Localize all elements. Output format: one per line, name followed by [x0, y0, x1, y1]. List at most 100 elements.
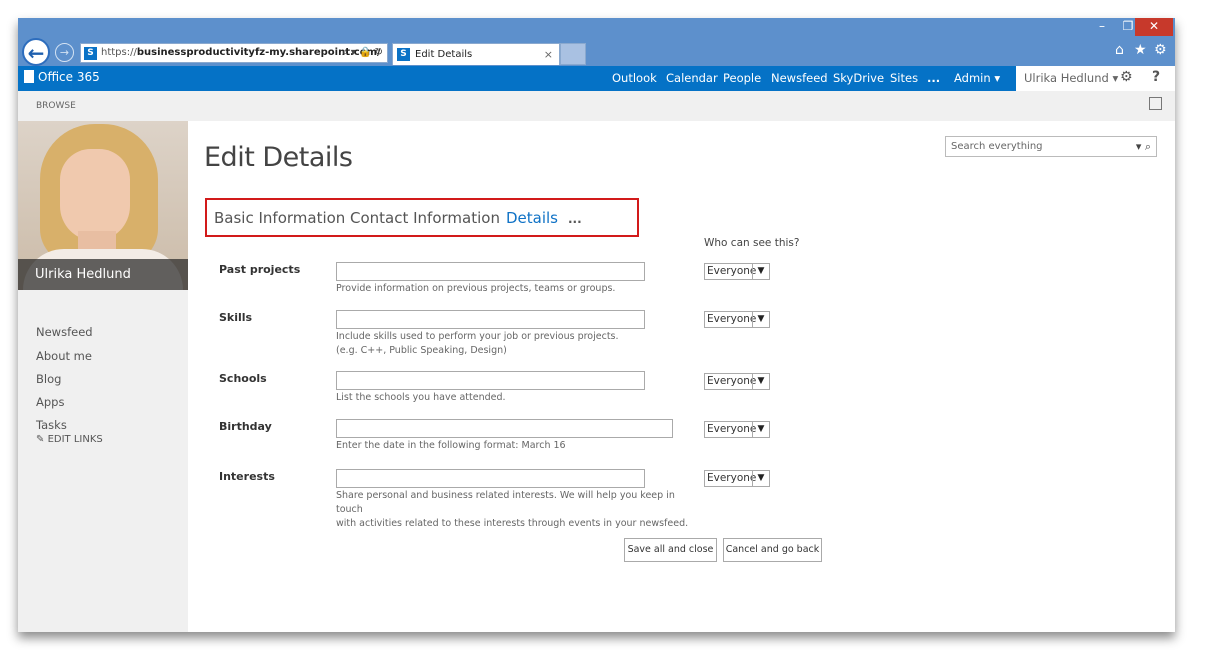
tab-basic-information[interactable]: Basic Information: [214, 209, 345, 227]
ribbon: BROWSE: [18, 91, 1175, 121]
select-value: Everyone: [707, 265, 757, 277]
address-tools-icon[interactable]: ⌕ ▾ 🔒 ↻: [342, 44, 383, 62]
left-nav-newsfeed[interactable]: Newsfeed: [36, 325, 93, 339]
birthday-hint: Enter the date in the following format: …: [336, 439, 696, 453]
nav-admin-label: Admin: [954, 71, 991, 85]
past-projects-visibility-select[interactable]: Everyone ▼: [704, 263, 770, 280]
tab-details[interactable]: Details: [506, 209, 558, 227]
user-area: Ulrika Hedlund ▾ ⚙ ?: [1016, 66, 1175, 91]
left-nav-tasks[interactable]: Tasks: [36, 418, 67, 432]
save-all-button[interactable]: Save all and close: [624, 538, 717, 562]
tab-more[interactable]: ...: [568, 212, 582, 226]
tab-title: Edit Details: [415, 49, 473, 60]
hint-line: Include skills used to perform your job …: [336, 331, 619, 342]
back-arrow-icon[interactable]: ←: [22, 38, 50, 66]
cancel-button[interactable]: Cancel and go back: [723, 538, 822, 562]
chevron-down-icon[interactable]: ▼: [752, 471, 769, 486]
select-value: Everyone: [707, 375, 757, 387]
edit-links-link[interactable]: ✎ EDIT LINKS: [36, 434, 103, 445]
schools-input[interactable]: [336, 371, 645, 390]
browse-tab[interactable]: BROWSE: [36, 101, 76, 111]
hint-line: Share personal and business related inte…: [336, 490, 675, 515]
skills-hint: Include skills used to perform your job …: [336, 330, 696, 358]
hint-line: (e.g. C++, Public Speaking, Design): [336, 345, 507, 356]
select-value: Everyone: [707, 472, 757, 484]
hint-line: Enter the date in the following format: …: [336, 440, 566, 451]
left-nav-blog[interactable]: Blog: [36, 372, 61, 386]
interests-visibility-select[interactable]: Everyone ▼: [704, 470, 770, 487]
chevron-down-icon[interactable]: ▼: [752, 264, 769, 279]
left-panel: Ulrika Hedlund Newsfeed About me Blog Ap…: [18, 121, 188, 632]
nav-admin[interactable]: Admin ▾: [954, 71, 1000, 85]
profile-photo: Ulrika Hedlund: [18, 121, 188, 290]
forward-arrow-icon[interactable]: →: [55, 43, 74, 62]
user-menu[interactable]: Ulrika Hedlund ▾: [1024, 71, 1118, 85]
chevron-down-icon[interactable]: ▼: [752, 312, 769, 327]
office-logo-icon: [24, 70, 34, 83]
pencil-icon: ✎: [36, 434, 45, 445]
photo-face: [60, 149, 130, 241]
profile-name: Ulrika Hedlund: [18, 259, 188, 290]
field-label-interests: Interests: [219, 470, 275, 483]
field-label-past-projects: Past projects: [219, 263, 301, 276]
field-label-schools: Schools: [219, 372, 267, 385]
search-icon[interactable]: ▾ ⌕: [1136, 137, 1151, 156]
sharepoint-favicon-icon: S: [397, 48, 410, 61]
nav-skydrive[interactable]: SkyDrive: [833, 71, 884, 85]
suite-bar: Office 365 Outlook Calendar People Newsf…: [18, 66, 1175, 91]
past-projects-input[interactable]: [336, 262, 645, 281]
nav-more[interactable]: ...: [927, 71, 940, 85]
birthday-visibility-select[interactable]: Everyone ▼: [704, 421, 770, 438]
birthday-input[interactable]: [336, 419, 673, 438]
left-nav-about-me[interactable]: About me: [36, 349, 92, 363]
browser-chrome: – ❐ ✕ ← → S https://businessproductivity…: [18, 18, 1175, 66]
nav-calendar[interactable]: Calendar: [666, 71, 718, 85]
edit-links-label: EDIT LINKS: [47, 434, 103, 445]
chevron-down-icon: ▾: [994, 71, 1001, 85]
user-name: Ulrika Hedlund: [1024, 71, 1109, 85]
tab-edit-details[interactable]: S Edit Details ×: [392, 43, 560, 65]
hint-line: List the schools you have attended.: [336, 392, 506, 403]
nav-people[interactable]: People: [723, 71, 761, 85]
visibility-header: Who can see this?: [704, 237, 800, 249]
address-bar[interactable]: S https://businessproductivityfz-my.shar…: [80, 43, 388, 63]
field-label-birthday: Birthday: [219, 420, 272, 433]
help-icon[interactable]: ?: [1152, 69, 1160, 85]
interests-input[interactable]: [336, 469, 645, 488]
schools-visibility-select[interactable]: Everyone ▼: [704, 373, 770, 390]
tab-close-icon[interactable]: ×: [544, 44, 553, 65]
tools-gear-icon[interactable]: ⚙: [1154, 42, 1167, 58]
search-placeholder: Search everything: [951, 141, 1043, 152]
chevron-down-icon[interactable]: ▼: [752, 422, 769, 437]
sharepoint-favicon-icon: S: [84, 47, 97, 60]
left-nav-apps[interactable]: Apps: [36, 395, 64, 409]
brand-label: Office 365: [38, 70, 100, 84]
skills-visibility-select[interactable]: Everyone ▼: [704, 311, 770, 328]
close-window-icon[interactable]: ✕: [1135, 18, 1173, 36]
select-value: Everyone: [707, 423, 757, 435]
page-title: Edit Details: [204, 142, 353, 173]
chevron-down-icon[interactable]: ▼: [752, 374, 769, 389]
nav-newsfeed[interactable]: Newsfeed: [771, 71, 828, 85]
chevron-down-icon: ▾: [1112, 71, 1119, 85]
skills-input[interactable]: [336, 310, 645, 329]
past-projects-hint: Provide information on previous projects…: [336, 282, 696, 296]
nav-outlook[interactable]: Outlook: [612, 71, 657, 85]
tab-contact-information[interactable]: Contact Information: [350, 209, 500, 227]
schools-hint: List the schools you have attended.: [336, 391, 696, 405]
field-label-skills: Skills: [219, 311, 253, 324]
search-input[interactable]: Search everything ▾ ⌕: [945, 136, 1157, 157]
url-prefix: https://: [101, 47, 137, 58]
home-icon[interactable]: ⌂: [1115, 42, 1124, 58]
hint-line: Provide information on previous projects…: [336, 283, 616, 294]
favorites-star-icon[interactable]: ★: [1134, 42, 1147, 58]
nav-sites[interactable]: Sites: [890, 71, 918, 85]
hint-line: with activities related to these interes…: [336, 518, 689, 529]
focus-content-icon[interactable]: [1149, 97, 1162, 110]
new-tab-button[interactable]: [560, 43, 586, 65]
select-value: Everyone: [707, 313, 757, 325]
browser-window: – ❐ ✕ ← → S https://businessproductivity…: [18, 18, 1175, 632]
office365-logo[interactable]: Office 365: [24, 70, 100, 84]
minimize-icon[interactable]: –: [1089, 18, 1115, 36]
settings-gear-icon[interactable]: ⚙: [1120, 69, 1133, 85]
